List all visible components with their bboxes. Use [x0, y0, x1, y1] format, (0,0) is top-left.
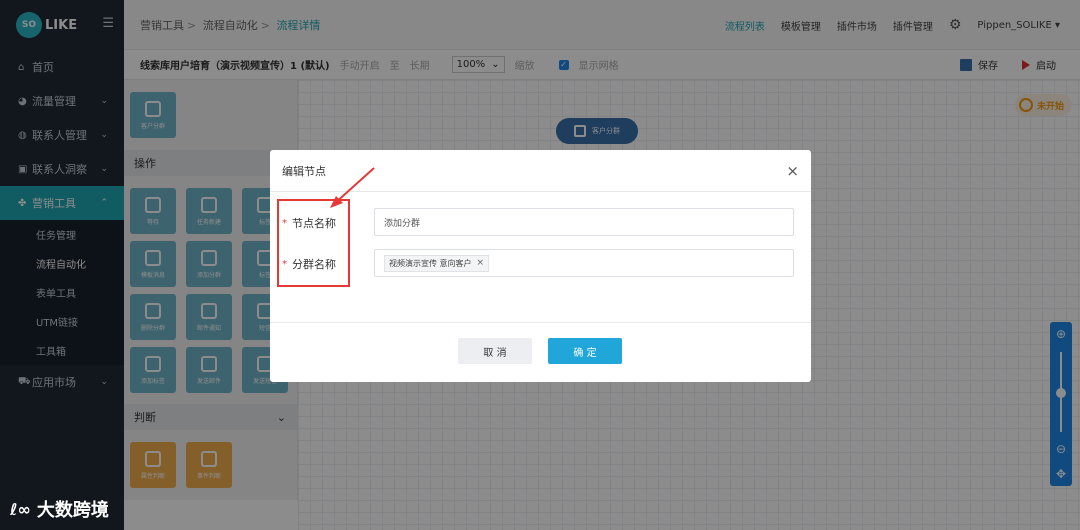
cancel-button[interactable]: 取 消: [458, 338, 532, 364]
segment-tag-text: 视频演示宣传 意向客户: [389, 258, 472, 268]
segment-tag: 视频演示宣传 意向客户 ×: [384, 254, 490, 272]
watermark-text: 大数跨境: [36, 500, 109, 521]
annotation-arrow: [330, 167, 375, 208]
dialog-footer: 取 消 确 定: [270, 322, 811, 382]
node-name-row: * 节点名称 添加分群: [270, 208, 811, 238]
dialog-title: 编辑节点: [282, 164, 326, 178]
segment-name-select[interactable]: 视频演示宣传 意向客户 ×: [374, 249, 794, 277]
confirm-button[interactable]: 确 定: [548, 338, 622, 364]
node-name-input[interactable]: 添加分群: [374, 208, 794, 236]
watermark-logo-icon: ℓ∞: [10, 499, 31, 519]
close-icon[interactable]: ×: [786, 162, 799, 180]
tag-remove-icon[interactable]: ×: [477, 258, 485, 268]
segment-name-row: * 分群名称 视频演示宣传 意向客户 ×: [270, 249, 811, 279]
annotation-box: [277, 199, 350, 287]
watermark: ℓ∞ 大数跨境: [10, 496, 109, 522]
